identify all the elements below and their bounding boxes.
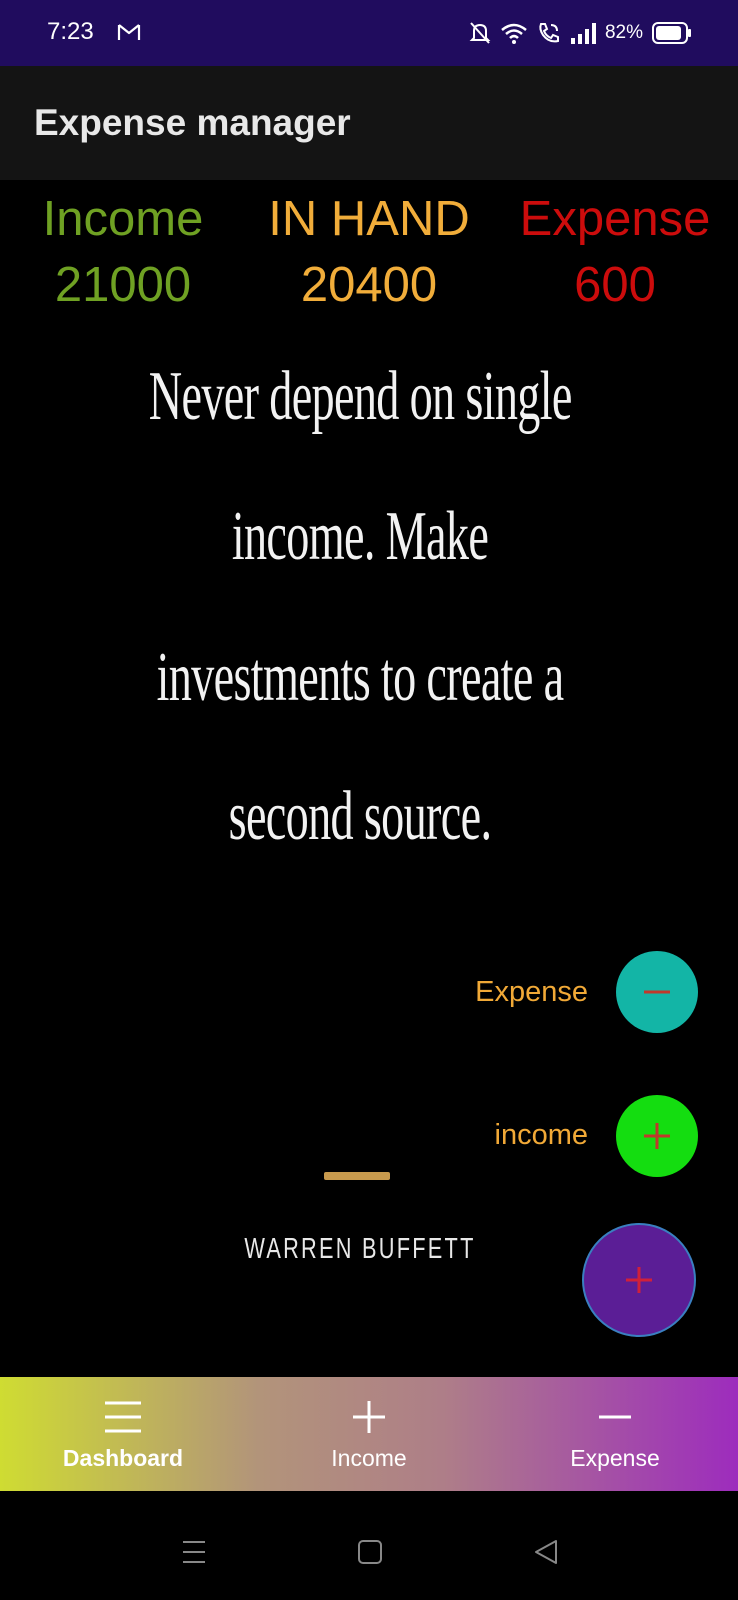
expense-summary: Expense 600 bbox=[492, 188, 738, 320]
nav-expense[interactable]: Expense bbox=[492, 1377, 738, 1491]
plus-icon bbox=[353, 1401, 385, 1433]
bottom-navigation: Dashboard Income Expense bbox=[0, 1377, 738, 1491]
nav-income[interactable]: Income bbox=[246, 1377, 492, 1491]
nav-income-label: Income bbox=[331, 1445, 407, 1471]
in-hand-summary-label: IN HAND bbox=[268, 192, 470, 246]
battery-icon bbox=[652, 22, 691, 44]
income-summary: Income 21000 bbox=[0, 188, 246, 320]
quote-author: WARREN BUFFETT bbox=[244, 1233, 476, 1265]
income-summary-label: Income bbox=[42, 192, 204, 246]
quote-line: Never depend on single bbox=[148, 358, 573, 435]
signal-icon bbox=[570, 23, 596, 44]
plus-icon bbox=[626, 1267, 652, 1293]
home-icon[interactable] bbox=[356, 1538, 384, 1566]
back-icon[interactable] bbox=[532, 1538, 560, 1566]
add-expense-fab[interactable] bbox=[616, 951, 698, 1033]
app-bar: Expense manager bbox=[0, 66, 738, 180]
recent-apps-icon[interactable] bbox=[180, 1538, 208, 1566]
quote-image: Never depend on single income. Make inve… bbox=[40, 340, 680, 1340]
status-icons: 82% bbox=[469, 18, 692, 48]
wifi-icon bbox=[501, 23, 527, 44]
nav-dashboard[interactable]: Dashboard bbox=[0, 1377, 246, 1491]
balance-summary: Income 21000 IN HAND 20400 Expense 600 bbox=[0, 188, 738, 320]
quote-line: income. Make bbox=[231, 498, 489, 575]
battery-percentage: 82% bbox=[604, 22, 643, 43]
app-title: Expense manager bbox=[34, 102, 351, 143]
bell-off-icon bbox=[469, 22, 491, 44]
quote-line: investments to create a bbox=[156, 639, 565, 716]
plus-icon bbox=[644, 1123, 670, 1149]
minus-icon bbox=[599, 1415, 631, 1419]
expense-summary-value: 600 bbox=[574, 258, 656, 312]
status-bar: 7:23 82% bbox=[0, 0, 738, 66]
add-income-fab[interactable] bbox=[616, 1095, 698, 1177]
nav-expense-label: Expense bbox=[570, 1445, 660, 1471]
income-summary-value: 21000 bbox=[54, 258, 192, 312]
main-add-fab[interactable] bbox=[582, 1223, 696, 1337]
in-hand-summary-value: 20400 bbox=[300, 258, 438, 312]
quote-line: second source. bbox=[228, 778, 492, 855]
expense-summary-label: Expense bbox=[519, 192, 711, 246]
system-navigation-bar bbox=[0, 1508, 738, 1600]
status-time: 7:23 bbox=[47, 18, 94, 45]
gmail-icon bbox=[117, 24, 141, 40]
nav-dashboard-label: Dashboard bbox=[62, 1445, 184, 1471]
add-expense-fab-label[interactable]: Expense bbox=[388, 976, 588, 1009]
menu-icon bbox=[105, 1401, 141, 1433]
in-hand-summary: IN HAND 20400 bbox=[246, 188, 492, 320]
minus-icon bbox=[644, 990, 670, 994]
quote-divider bbox=[324, 1172, 390, 1180]
wifi-call-icon bbox=[539, 23, 559, 43]
add-income-fab-label[interactable]: income bbox=[388, 1119, 589, 1152]
